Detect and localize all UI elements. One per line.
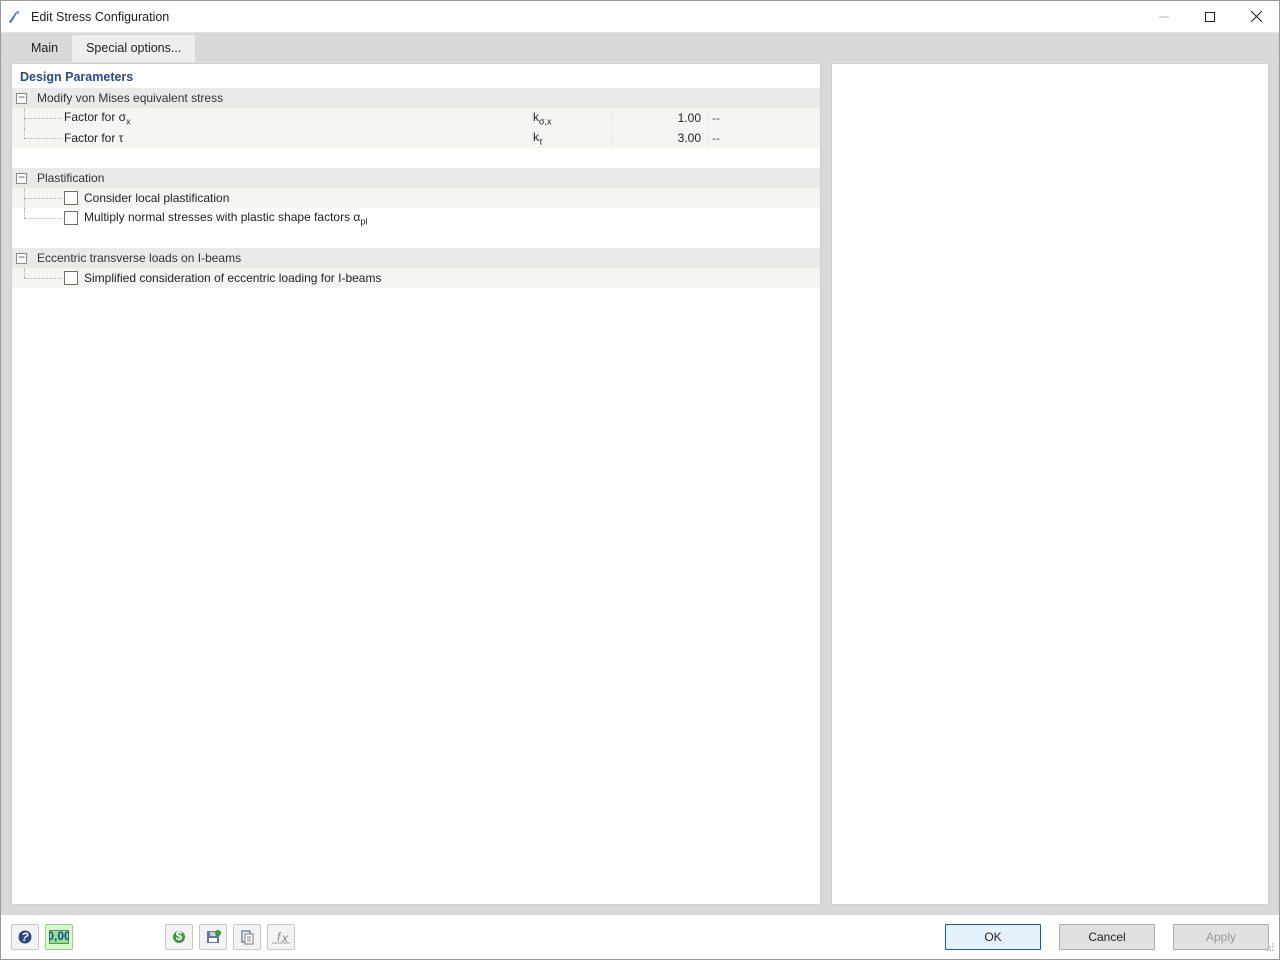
checkbox-simplified-eccentric[interactable]	[64, 271, 78, 285]
svg-text:0,00: 0,00	[49, 930, 69, 943]
param-label: Factor for σx	[62, 110, 532, 126]
fx-icon[interactable]: fx	[267, 924, 295, 950]
svg-text:$: $	[176, 929, 183, 943]
group-plastification[interactable]: − Plastification	[12, 168, 820, 188]
currency-icon[interactable]: $	[165, 924, 193, 950]
group-label: Plastification	[37, 171, 104, 185]
collapse-icon[interactable]: −	[16, 253, 27, 264]
row-local-plastification: Consider local plastification	[12, 188, 820, 208]
group-eccentric[interactable]: − Eccentric transverse loads on I-beams	[12, 248, 820, 268]
svg-text:x: x	[281, 931, 289, 944]
clipboard-icon[interactable]	[233, 924, 261, 950]
param-unit: --	[707, 111, 757, 125]
units-icon[interactable]: 0,00	[45, 924, 73, 950]
maximize-button[interactable]	[1187, 1, 1233, 33]
tab-bar: Main Special options...	[1, 33, 1279, 63]
dialog-body: Design Parameters − Modify von Mises equ…	[1, 63, 1279, 915]
param-symbol: kσ,x	[532, 110, 612, 126]
param-label: Multiply normal stresses with plastic sh…	[62, 210, 595, 226]
row-plastic-shape-factors: Multiply normal stresses with plastic sh…	[12, 208, 820, 228]
param-unit: --	[707, 131, 757, 145]
minimize-button[interactable]	[1141, 1, 1187, 33]
window-title: Edit Stress Configuration	[31, 10, 169, 24]
collapse-icon[interactable]: −	[16, 93, 27, 104]
preview-panel	[831, 63, 1269, 905]
row-factor-sigma-x: Factor for σx kσ,x 1.00 --	[12, 108, 820, 128]
param-label: Simplified consideration of eccentric lo…	[62, 271, 595, 285]
checkbox-local-plastification[interactable]	[64, 191, 78, 205]
parameters-panel: Design Parameters − Modify von Mises equ…	[11, 63, 821, 905]
save-icon[interactable]	[199, 924, 227, 950]
app-icon	[7, 9, 23, 25]
group-label: Eccentric transverse loads on I-beams	[37, 251, 241, 265]
tab-special-options[interactable]: Special options...	[72, 35, 195, 62]
dialog-window: Edit Stress Configuration Main Special o…	[0, 0, 1280, 960]
checkbox-plastic-shape-factors[interactable]	[64, 211, 78, 225]
resize-grip-icon[interactable]	[1265, 941, 1275, 955]
param-label: Factor for τ	[62, 131, 532, 145]
section-title: Design Parameters	[12, 64, 820, 88]
row-simplified-eccentric: Simplified consideration of eccentric lo…	[12, 268, 820, 288]
collapse-icon[interactable]: −	[16, 173, 27, 184]
dialog-footer: ? 0,00 $ fx OK Cancel Apply	[1, 915, 1279, 959]
tab-main[interactable]: Main	[17, 35, 72, 62]
param-value[interactable]: 3.00	[612, 131, 707, 145]
group-von-mises[interactable]: − Modify von Mises equivalent stress	[12, 88, 820, 108]
param-symbol: kτ	[532, 130, 612, 146]
svg-text:?: ?	[21, 930, 29, 944]
apply-button[interactable]: Apply	[1173, 924, 1269, 950]
cancel-button[interactable]: Cancel	[1059, 924, 1155, 950]
close-button[interactable]	[1233, 1, 1279, 33]
help-icon[interactable]: ?	[11, 924, 39, 950]
group-label: Modify von Mises equivalent stress	[37, 91, 223, 105]
param-label: Consider local plastification	[62, 191, 595, 205]
title-bar: Edit Stress Configuration	[1, 1, 1279, 33]
param-value[interactable]: 1.00	[612, 111, 707, 125]
ok-button[interactable]: OK	[945, 924, 1041, 950]
row-factor-tau: Factor for τ kτ 3.00 --	[12, 128, 820, 148]
